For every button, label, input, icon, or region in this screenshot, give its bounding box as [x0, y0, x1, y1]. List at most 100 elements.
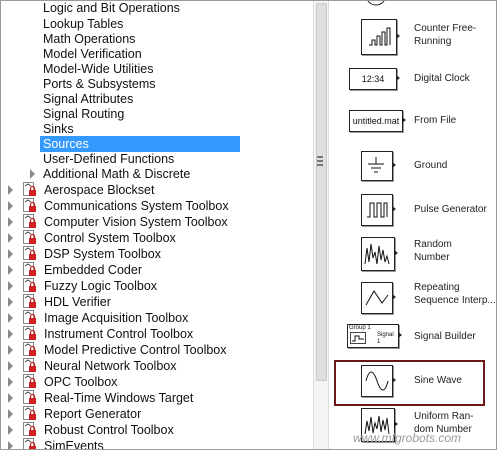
tree-item-library[interactable]: Image Acquisition Toolbox [1, 310, 313, 326]
tree-item-library[interactable]: Instrument Control Toolbox [1, 326, 313, 342]
expand-arrow-icon[interactable] [8, 265, 13, 275]
library-label: Neural Network Toolbox [44, 359, 177, 373]
pulse-generator-icon [361, 194, 393, 226]
tree-item-lookup-tables[interactable]: Lookup Tables [1, 16, 313, 32]
block-label: Counter Free- Running [414, 23, 477, 47]
expand-arrow-icon[interactable] [8, 361, 13, 371]
expand-arrow-icon[interactable] [8, 329, 13, 339]
tree-item-additional-math-discrete[interactable]: Additional Math & Discrete [1, 166, 313, 182]
expand-arrow-icon[interactable] [8, 393, 13, 403]
block-label: Random Number [414, 239, 452, 263]
signal-builder-signal-text: Signal 1 [377, 332, 394, 345]
expand-arrow-icon[interactable] [8, 281, 13, 291]
block-signal-builder[interactable]: Group 1 Signal 1 Signal Builder [331, 322, 496, 352]
block-counter-free-running[interactable]: Counter Free- Running [331, 15, 496, 57]
block-label: Signal Builder [414, 331, 476, 342]
expand-arrow-icon[interactable] [30, 169, 35, 179]
tree-item-library[interactable]: Embedded Coder [1, 262, 313, 278]
block-repeating-sequence-interp[interactable]: Repeating Sequence Interp... [331, 279, 496, 319]
tree-item-library[interactable]: Computer Vision System Toolbox [1, 214, 313, 230]
tree-item-sinks[interactable]: Sinks [1, 121, 313, 137]
library-lock-icon [23, 406, 36, 420]
expand-arrow-icon[interactable] [8, 185, 13, 195]
tree-item-library[interactable]: HDL Verifier [1, 294, 313, 310]
block-label: Digital Clock [414, 73, 470, 84]
output-port-icon [396, 33, 400, 39]
splitter-grip-icon[interactable] [317, 156, 323, 168]
digital-clock-icon-text: 12:34 [361, 74, 385, 84]
library-label: Control System Toolbox [44, 231, 176, 245]
block-digital-clock[interactable]: 12:34 Digital Clock [331, 67, 496, 91]
block-pulse-generator[interactable]: Pulse Generator [331, 192, 496, 228]
expand-arrow-icon[interactable] [8, 345, 13, 355]
repeating-sequence-icon [361, 282, 393, 314]
block-random-number[interactable]: Random Number [331, 234, 496, 274]
block-label: Pulse Generator [414, 204, 487, 215]
tree-item-user-defined-functions[interactable]: User-Defined Functions [1, 151, 313, 167]
expand-arrow-icon[interactable] [8, 377, 13, 387]
tree-item-label: User-Defined Functions [43, 152, 175, 166]
expand-arrow-icon[interactable] [8, 313, 13, 323]
tree-item-signal-attributes[interactable]: Signal Attributes [1, 91, 313, 107]
library-lock-icon [23, 438, 36, 449]
block-from-file[interactable]: untitled.mat From File [331, 109, 496, 133]
tree-item-label: Lookup Tables [43, 17, 124, 31]
library-lock-icon [23, 214, 36, 228]
tree-item-label: Model Verification [43, 47, 142, 61]
library-lock-icon [23, 310, 36, 324]
tree-item-model-wide-utilities[interactable]: Model-Wide Utilities [1, 61, 313, 77]
scrollbar-thumb[interactable] [316, 3, 327, 381]
digital-clock-icon: 12:34 [349, 68, 397, 90]
expand-arrow-icon[interactable] [8, 201, 13, 211]
library-lock-icon [23, 182, 36, 196]
library-label: Computer Vision System Toolbox [44, 215, 228, 229]
tree-item-library[interactable]: Robust Control Toolbox [1, 422, 313, 438]
tree-item-library[interactable]: Aerospace Blockset [1, 182, 313, 198]
library-label: Instrument Control Toolbox [44, 327, 194, 341]
library-label: SimEvents [44, 439, 104, 449]
library-lock-icon [23, 390, 36, 404]
output-port-icon [396, 75, 400, 81]
library-label: DSP System Toolbox [44, 247, 161, 261]
block-ground[interactable]: Ground [331, 149, 496, 183]
library-lock-icon [23, 198, 36, 212]
from-file-icon-text: untitled.mat [352, 116, 400, 126]
tree-item-library[interactable]: Control System Toolbox [1, 230, 313, 246]
tree-item-library[interactable]: OPC Toolbox [1, 374, 313, 390]
tree-item-ports-subsystems[interactable]: Ports & Subsystems [1, 76, 313, 92]
expand-arrow-icon[interactable] [8, 233, 13, 243]
ground-icon [361, 151, 393, 181]
expand-arrow-icon[interactable] [8, 425, 13, 435]
expand-arrow-icon[interactable] [8, 441, 13, 449]
expand-arrow-icon[interactable] [8, 409, 13, 419]
tree-item-signal-routing[interactable]: Signal Routing [1, 106, 313, 122]
random-number-icon [361, 237, 395, 271]
output-port-icon [392, 162, 396, 168]
expand-arrow-icon[interactable] [8, 217, 13, 227]
tree-item-library[interactable]: Neural Network Toolbox [1, 358, 313, 374]
tree-scrollbar[interactable] [313, 1, 329, 449]
output-port-icon [392, 294, 396, 300]
expand-arrow-icon[interactable] [8, 249, 13, 259]
library-label: Real-Time Windows Target [44, 391, 194, 405]
library-lock-icon [23, 374, 36, 388]
block-partial[interactable] [331, 1, 496, 9]
tree-item-label: Logic and Bit Operations [43, 1, 180, 15]
tree-item-model-verification[interactable]: Model Verification [1, 46, 313, 62]
tree-item-library[interactable]: Communications System Toolbox [1, 198, 313, 214]
tree-item-library[interactable]: SimEvents [1, 438, 313, 449]
tree-item-sources-selected[interactable]: Sources [1, 136, 313, 152]
tree-item-label: Ports & Subsystems [43, 77, 156, 91]
tree-item-logic-bit[interactable]: Logic and Bit Operations [1, 1, 313, 16]
output-port-icon [402, 117, 406, 123]
tree-item-library[interactable]: Real-Time Windows Target [1, 390, 313, 406]
tree-item-library[interactable]: Fuzzy Logic Toolbox [1, 278, 313, 294]
tree-item-library[interactable]: Model Predictive Control Toolbox [1, 342, 313, 358]
expand-arrow-icon[interactable] [8, 297, 13, 307]
library-lock-icon [23, 278, 36, 292]
tree-item-math-operations[interactable]: Math Operations [1, 31, 313, 47]
signal-builder-group-text: Group 1 [349, 325, 371, 331]
output-port-icon [394, 421, 398, 427]
tree-item-library[interactable]: Report Generator [1, 406, 313, 422]
tree-item-library[interactable]: DSP System Toolbox [1, 246, 313, 262]
